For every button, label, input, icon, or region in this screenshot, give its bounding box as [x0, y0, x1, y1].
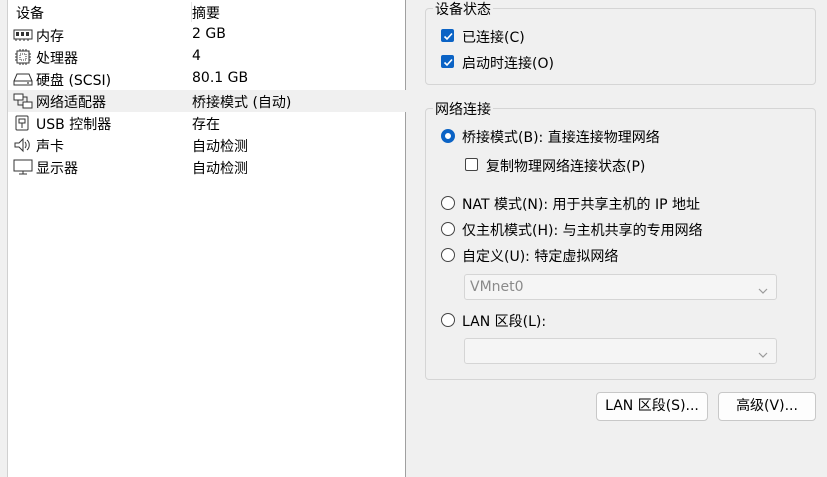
device-row-sound-card[interactable]: 声卡 自动检测	[8, 134, 406, 156]
device-summary: 存在	[192, 117, 220, 133]
device-row-hard-disk[interactable]: 硬盘 (SCSI) 80.1 GB	[8, 68, 406, 90]
radio-unselected-icon[interactable]	[441, 196, 455, 210]
device-name: 处理器	[36, 51, 78, 67]
device-name: 声卡	[36, 139, 64, 155]
speaker-icon	[13, 137, 33, 153]
device-summary: 自动检测	[192, 139, 248, 155]
device-row-network-adapter[interactable]: 网络适配器 桥接模式 (自动)	[8, 90, 406, 112]
lan-segments-button[interactable]: LAN 区段(S)...	[596, 392, 708, 421]
processor-icon	[13, 49, 33, 65]
device-summary: 桥接模式 (自动)	[192, 95, 292, 111]
column-header-device[interactable]: 设备	[16, 3, 44, 23]
device-list[interactable]: 设备 摘要 内存 2 GB 处理器 4 硬盘 (SCSI) 80.1 GB 网络…	[7, 0, 406, 477]
connected-label[interactable]: 已连接(C)	[462, 27, 525, 47]
radio-unselected-icon[interactable]	[441, 313, 455, 327]
device-row-memory[interactable]: 内存 2 GB	[8, 24, 406, 46]
bridged-mode-label[interactable]: 桥接模式(B): 直接连接物理网络	[462, 127, 660, 147]
connect-at-power-on-label[interactable]: 启动时连接(O)	[462, 53, 554, 73]
device-status-legend: 设备状态	[433, 0, 493, 19]
custom-network-label[interactable]: 自定义(U): 特定虚拟网络	[462, 246, 618, 266]
lan-segment-label[interactable]: LAN 区段(L):	[462, 311, 546, 331]
device-name: 网络适配器	[36, 95, 106, 111]
custom-network-select[interactable]: VMnet0	[464, 274, 777, 300]
checkbox-checked-icon[interactable]	[441, 55, 454, 68]
device-row-usb-controller[interactable]: USB 控制器 存在	[8, 112, 406, 134]
advanced-button[interactable]: 高级(V)...	[718, 392, 816, 421]
device-summary: 80.1 GB	[192, 70, 249, 86]
nat-mode-label[interactable]: NAT 模式(N): 用于共享主机的 IP 地址	[462, 194, 700, 214]
device-summary: 2 GB	[192, 26, 226, 42]
checkbox-checked-icon[interactable]	[441, 29, 454, 42]
usb-icon	[13, 115, 33, 131]
memory-icon	[13, 27, 33, 43]
device-name: 硬盘 (SCSI)	[36, 73, 112, 89]
host-only-mode-label[interactable]: 仅主机模式(H): 与主机共享的专用网络	[462, 220, 703, 240]
checkbox-unchecked-icon[interactable]	[465, 158, 478, 171]
device-name: 显示器	[36, 161, 78, 177]
column-header-summary[interactable]: 摘要	[192, 3, 220, 23]
radio-unselected-icon[interactable]	[441, 248, 455, 262]
chevron-down-icon	[758, 347, 768, 363]
replicate-physical-state-label[interactable]: 复制物理网络连接状态(P)	[486, 156, 645, 176]
network-adapter-icon	[13, 93, 33, 109]
device-summary: 4	[192, 48, 201, 64]
device-name: 内存	[36, 29, 64, 45]
device-row-processor[interactable]: 处理器 4	[8, 46, 406, 68]
custom-network-select-value: VMnet0	[470, 279, 524, 295]
radio-unselected-icon[interactable]	[441, 222, 455, 236]
chevron-down-icon	[758, 283, 768, 299]
network-connection-legend: 网络连接	[433, 99, 493, 119]
device-list-header: 设备 摘要	[8, 0, 405, 24]
device-row-display[interactable]: 显示器 自动检测	[8, 156, 406, 178]
hard-disk-icon	[13, 71, 33, 87]
device-summary: 自动检测	[192, 161, 248, 177]
display-icon	[13, 159, 33, 175]
radio-selected-icon[interactable]	[441, 129, 455, 143]
device-name: USB 控制器	[36, 117, 112, 133]
lan-segment-select[interactable]	[464, 338, 777, 364]
